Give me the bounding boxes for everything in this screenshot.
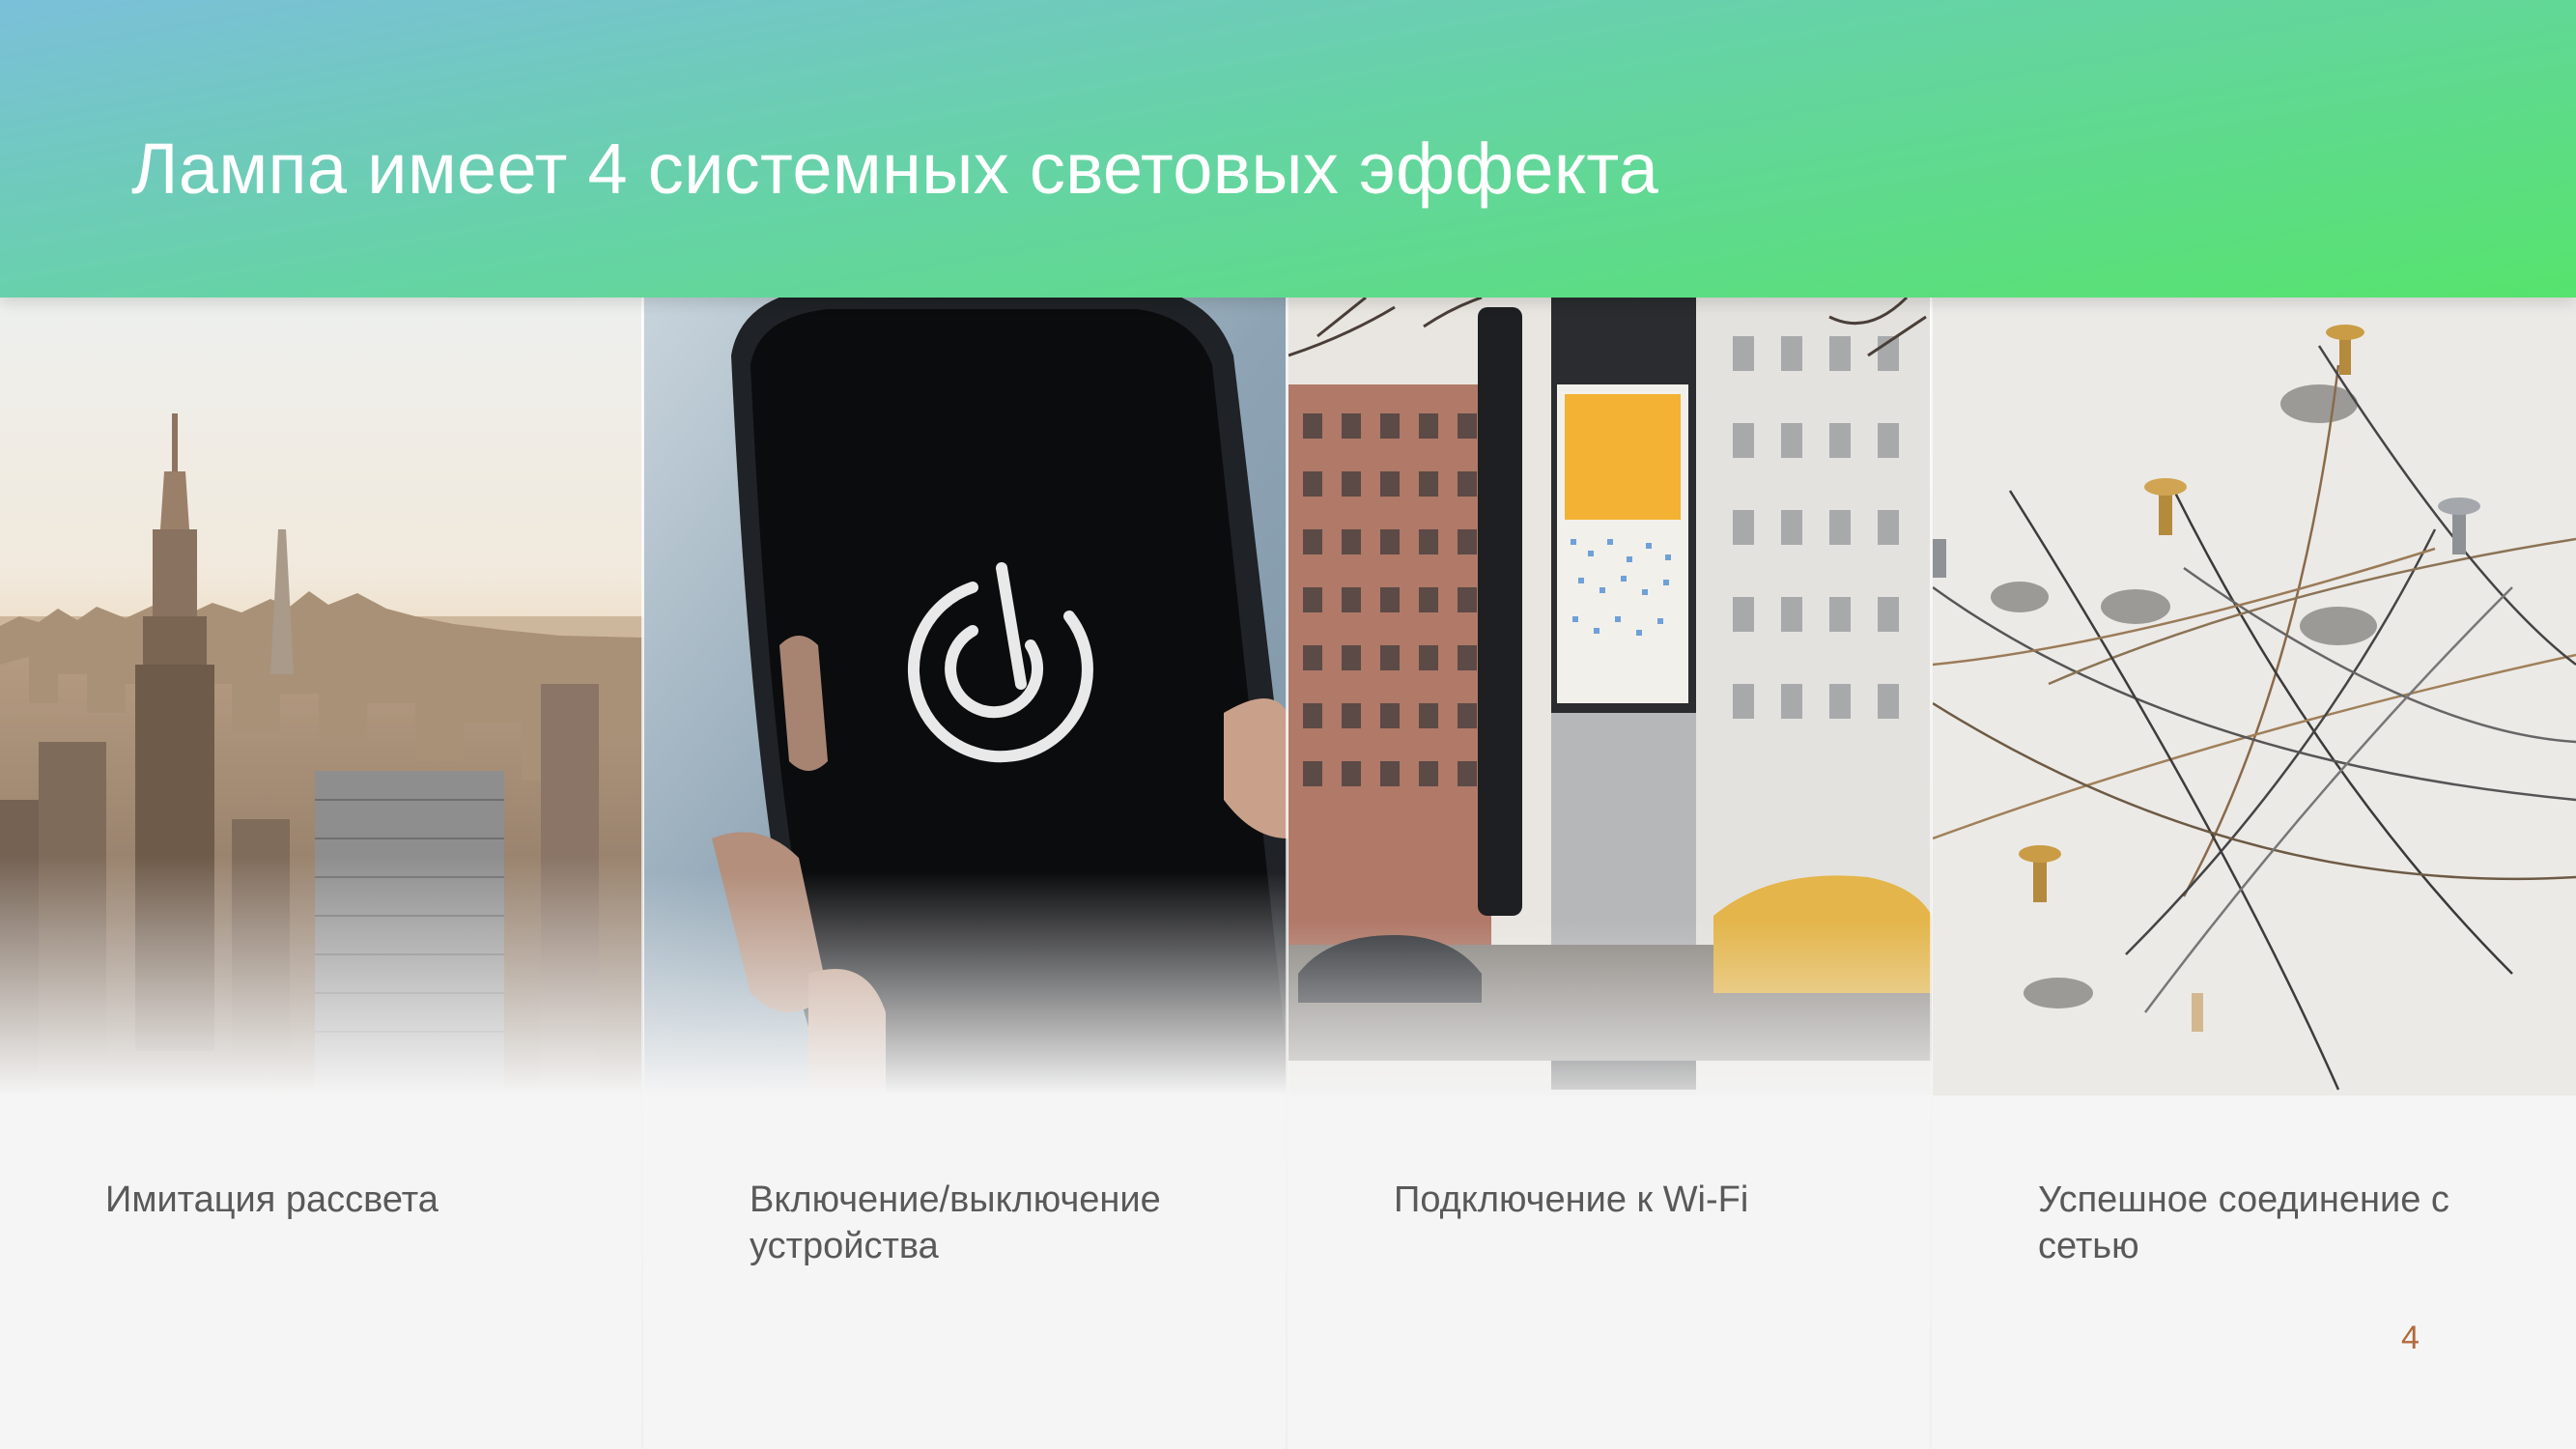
page-number: 4 [2401, 1320, 2420, 1356]
network-pins-image [1933, 298, 2576, 1095]
caption-power: Включение/выключение устройства [750, 1179, 1161, 1266]
smartphone-image [644, 298, 1288, 1095]
caption-sunrise: Имитация рассвета [105, 1179, 439, 1220]
wifi-kiosk-image [1288, 298, 1932, 1095]
card-power: Включение/выключение устройства [644, 298, 1288, 1449]
card-wifi: Подключение к Wi-Fi [1288, 298, 1932, 1449]
card-divider [1930, 298, 1932, 1449]
caption-network: Успешное соединение с сетью [2038, 1179, 2449, 1266]
card-sunrise: Имитация рассвета [0, 298, 643, 1449]
city-skyline-image [0, 298, 643, 1095]
caption-wifi: Подключение к Wi-Fi [1394, 1179, 1749, 1220]
effects-cards: Имитация рассвета Включение/выключение у… [0, 298, 2576, 1449]
card-divider [1286, 298, 1288, 1449]
card-divider [641, 298, 643, 1449]
card-network: Успешное соединение с сетью [1933, 298, 2576, 1449]
header-banner: Лампа имеет 4 системных световых эффекта [0, 0, 2576, 298]
slide-title: Лампа имеет 4 системных световых эффекта [131, 128, 1659, 209]
